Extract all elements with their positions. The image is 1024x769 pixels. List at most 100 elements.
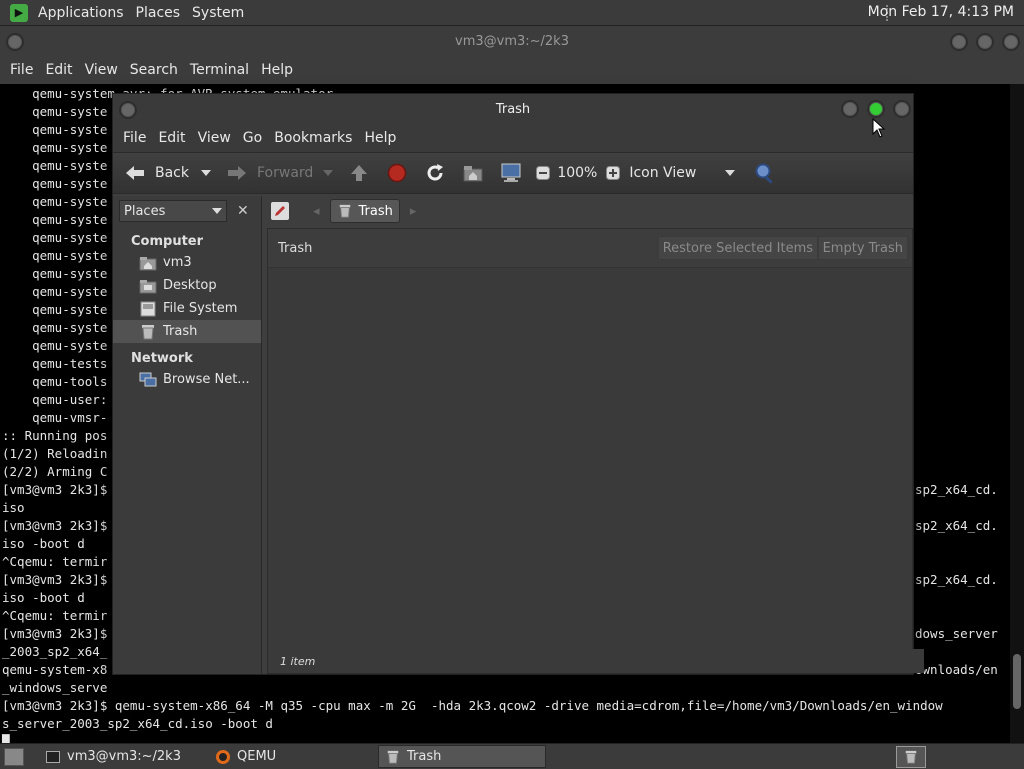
up-button[interactable]	[347, 161, 371, 185]
terminal-line: qemu-system-x8	[2, 662, 108, 677]
stop-button[interactable]	[385, 161, 409, 185]
home-folder-icon	[461, 161, 485, 185]
terminal-menu-view[interactable]: View	[79, 62, 124, 78]
main-pane: ◂ Trash ▸ Trash Restore Selected Items E…	[267, 196, 924, 674]
terminal-line: qemu-syste	[2, 194, 108, 209]
path-left-arrow-icon[interactable]: ◂	[313, 204, 320, 219]
menu-edit[interactable]: Edit	[152, 130, 191, 146]
terminal-menu-search[interactable]: Search	[124, 62, 184, 78]
close-sidebar-icon[interactable]: ✕	[237, 203, 249, 219]
maximize-icon[interactable]	[976, 33, 994, 51]
chevron-down-icon	[212, 208, 222, 214]
terminal-titlebar[interactable]: vm3@vm3:~/2k3	[0, 26, 1024, 56]
breadcrumb-trash[interactable]: Trash	[329, 199, 400, 223]
sidebar-item-file-system[interactable]: File System	[113, 297, 261, 320]
home-button[interactable]	[461, 161, 485, 185]
back-button[interactable]: Back	[123, 161, 189, 185]
computer-button[interactable]	[499, 161, 523, 185]
terminal-line: _2003_sp2_x64_	[2, 644, 108, 659]
terminal-line: qemu-syste	[2, 284, 108, 299]
close-icon[interactable]	[893, 100, 911, 118]
back-history-dropdown[interactable]	[201, 169, 211, 177]
network-icon	[139, 371, 157, 389]
menu-go[interactable]: Go	[237, 130, 268, 146]
view-mode-dropdown[interactable]	[725, 169, 736, 177]
trash-applet-icon[interactable]	[896, 746, 926, 768]
path-bar: ◂ Trash ▸	[267, 196, 913, 226]
menu-view[interactable]: View	[192, 130, 237, 146]
task-trash[interactable]: Trash	[378, 745, 546, 768]
terminal-line: qemu-syste	[2, 320, 108, 335]
scrollbar-thumb[interactable]	[1013, 654, 1021, 709]
terminal-line: _windows_serve	[2, 680, 108, 695]
view-mode-select[interactable]: Icon View	[629, 165, 725, 181]
zoom-out-button[interactable]	[531, 161, 555, 185]
sidebar-selector[interactable]: Places	[119, 200, 227, 222]
terminal-scrollbar[interactable]	[1010, 84, 1024, 743]
desktop-folder-icon	[139, 277, 157, 295]
menu-file[interactable]: File	[117, 130, 152, 146]
terminal-line: qemu-syste	[2, 266, 108, 281]
sidebar-item-desktop[interactable]: Desktop	[113, 274, 261, 297]
item-count: 1 item	[280, 654, 316, 668]
back-arrow-icon	[123, 161, 147, 185]
restore-selected-items-button[interactable]: Restore Selected Items	[657, 236, 818, 260]
path-right-arrow-icon[interactable]: ▸	[410, 204, 417, 219]
trash-icon	[337, 203, 353, 219]
stop-icon	[385, 161, 409, 185]
terminal-line-fragment: sp2_x64_cd.	[915, 572, 998, 587]
sidebar-item-trash[interactable]: Trash	[113, 320, 261, 343]
task-qemu[interactable]: QEMU	[208, 745, 372, 768]
terminal-menu-edit[interactable]: Edit	[39, 62, 78, 78]
menu-help[interactable]: Help	[358, 130, 402, 146]
file-manager-titlebar[interactable]: Trash	[113, 94, 913, 124]
forward-history-dropdown[interactable]	[323, 169, 334, 177]
terminal-menu-help[interactable]: Help	[255, 62, 299, 78]
terminal-line: [vm3@vm3 2k3]$	[2, 518, 108, 533]
terminal-menu-file[interactable]: File	[4, 62, 39, 78]
terminal-line: qemu-syste	[2, 158, 108, 173]
close-icon[interactable]	[1002, 33, 1020, 51]
menu-applications[interactable]: Applications	[32, 5, 130, 21]
file-manager-menubar: File Edit View Go Bookmarks Help	[113, 124, 913, 152]
qemu-icon	[215, 749, 231, 765]
empty-trash-button[interactable]: Empty Trash	[817, 236, 908, 260]
terminal-line: qemu-syste	[2, 140, 108, 155]
clock[interactable]: Mon Feb 17, 4:13 PM	[868, 4, 1014, 20]
sidebar-item-browse-network[interactable]: Browse Net...	[113, 368, 261, 391]
window-menu-icon[interactable]	[119, 101, 137, 119]
computer-icon	[499, 161, 523, 185]
distro-logo-icon[interactable]: ▶	[10, 3, 28, 22]
menu-system[interactable]: System	[186, 5, 250, 21]
terminal-line: iso -boot d	[2, 590, 85, 605]
terminal-line: [vm3@vm3 2k3]$ qemu-system-x86_64 -M q35…	[2, 698, 943, 713]
toolbar: Back Forward 100% Icon View	[113, 152, 913, 194]
terminal-line-fragment: ownloads/en	[915, 662, 998, 677]
file-view[interactable]: Trash Restore Selected Items Empty Trash…	[267, 228, 924, 674]
window-menu-icon[interactable]	[6, 33, 24, 51]
zoom-level[interactable]: 100%	[557, 165, 597, 181]
search-button[interactable]	[753, 161, 777, 185]
show-desktop-icon[interactable]	[4, 747, 24, 766]
drive-icon	[139, 300, 157, 318]
task-terminal[interactable]: vm3@vm3:~/2k3	[38, 745, 202, 768]
menu-places[interactable]: Places	[130, 5, 187, 21]
minimize-icon[interactable]	[950, 33, 968, 51]
menu-bookmarks[interactable]: Bookmarks	[268, 130, 358, 146]
taskbar: vm3@vm3:~/2k3 QEMU Trash	[0, 743, 1024, 769]
terminal-line: qemu-user:	[2, 392, 108, 407]
edit-location-icon[interactable]	[271, 202, 289, 220]
sidebar-item-vm3[interactable]: vm3	[113, 251, 261, 274]
reload-button[interactable]	[423, 161, 447, 185]
terminal-line: [vm3@vm3 2k3]$	[2, 626, 108, 641]
maximize-icon[interactable]	[867, 100, 885, 118]
minimize-icon[interactable]	[841, 100, 859, 118]
zoom-in-button[interactable]	[601, 161, 625, 185]
sidebar-heading-computer: Computer	[131, 234, 204, 249]
terminal-line: qemu-syste	[2, 302, 108, 317]
terminal-menu-terminal[interactable]: Terminal	[184, 62, 255, 78]
forward-button[interactable]: Forward	[225, 161, 313, 185]
terminal-line: s_server_2003_sp2_x64_cd.iso -boot d	[2, 716, 273, 731]
zoom-out-icon	[531, 161, 555, 185]
zoom-in-icon	[601, 161, 625, 185]
